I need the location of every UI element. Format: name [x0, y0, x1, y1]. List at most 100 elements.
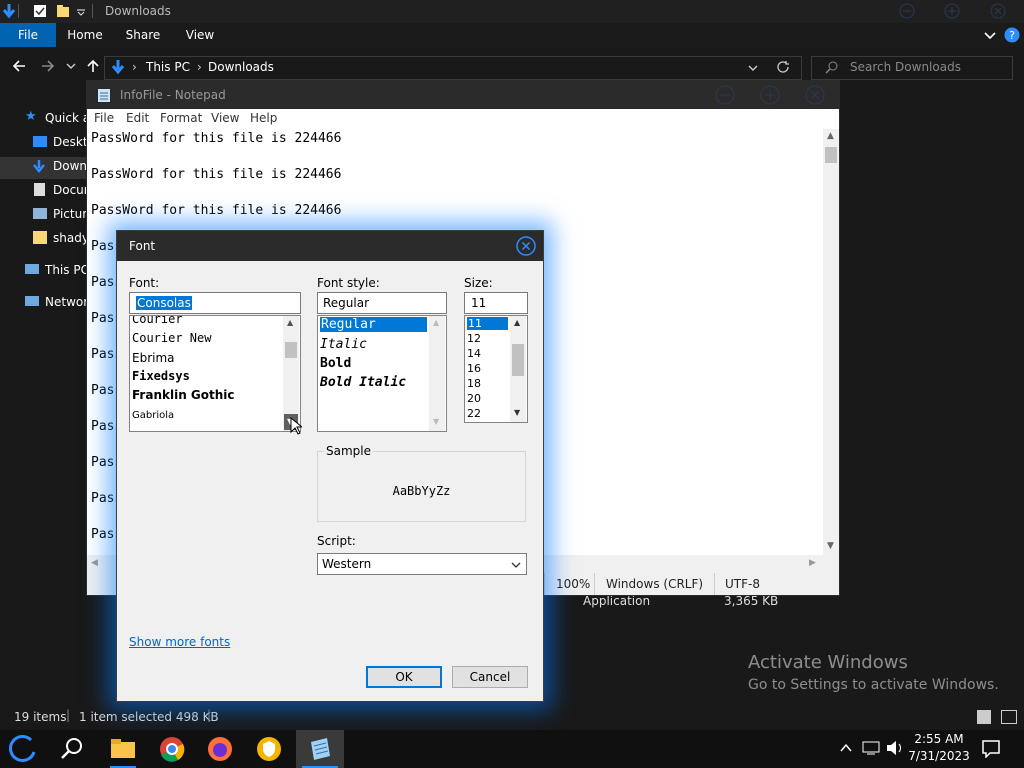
minimize-icon[interactable] — [899, 3, 915, 19]
script-select[interactable]: Western — [317, 553, 527, 575]
nav-quick-access[interactable]: ★ Quick a — [0, 109, 86, 131]
scroll-thumb[interactable] — [825, 147, 837, 163]
nav-downloads[interactable]: Down — [0, 157, 86, 179]
breadcrumb-downloads[interactable]: Downloads — [208, 60, 274, 74]
up-arrow-icon[interactable] — [86, 59, 100, 73]
size-list-item[interactable]: 12 — [467, 332, 481, 345]
file-explorer-taskbar-icon[interactable] — [110, 738, 136, 760]
network-icon[interactable] — [862, 740, 880, 756]
font-list-item[interactable]: Ebrima — [132, 351, 175, 365]
file-type: Application — [583, 594, 651, 608]
scroll-left-icon[interactable]: ◀ — [91, 558, 98, 568]
nav-pictures[interactable]: Pictur — [0, 205, 86, 227]
forward-arrow-icon[interactable] — [41, 59, 55, 73]
font-list-item[interactable]: Fixedsys — [132, 369, 190, 383]
close-icon[interactable] — [990, 3, 1006, 19]
menu-format[interactable]: Format — [160, 111, 202, 125]
font-list-item[interactable]: Franklin Gothic — [132, 388, 235, 402]
firefox-icon[interactable] — [207, 736, 233, 762]
size-list-item[interactable]: 14 — [467, 347, 481, 360]
clock-time[interactable]: 2:55 AM — [910, 732, 968, 746]
scroll-up-icon[interactable]: ▲ — [827, 131, 834, 141]
refresh-icon[interactable] — [777, 61, 790, 74]
nav-folder-shady[interactable]: shady — [0, 229, 86, 251]
minimize-icon[interactable] — [715, 85, 735, 105]
search-box[interactable]: Search Downloads — [811, 56, 1013, 80]
tab-share[interactable]: Share — [120, 23, 166, 47]
scroll-up-icon[interactable]: ▲ — [433, 318, 439, 327]
new-folder-icon[interactable] — [56, 4, 70, 18]
size-list-item[interactable]: 16 — [467, 362, 481, 375]
nav-desktop[interactable]: Deskto — [0, 133, 86, 155]
font-list-item[interactable]: Courier New — [132, 331, 211, 345]
size-list-item[interactable]: 20 — [467, 392, 481, 405]
address-bar[interactable]: › This PC › Downloads — [104, 56, 802, 80]
scroll-down-icon[interactable]: ▼ — [433, 417, 439, 426]
details-view-icon[interactable] — [977, 710, 991, 724]
scroll-down-icon[interactable]: ▼ — [514, 408, 520, 417]
font-list-scrollbar[interactable]: ▲ ▼ — [283, 316, 299, 431]
font-size-input[interactable]: 11 — [464, 292, 528, 314]
scroll-right-icon[interactable]: ▶ — [809, 558, 816, 568]
menu-view[interactable]: View — [211, 111, 239, 125]
nav-network[interactable]: Networ — [0, 293, 86, 315]
scroll-up-icon[interactable]: ▲ — [287, 318, 293, 327]
font-list[interactable]: Courier Courier New Ebrima Fixedsys Fran… — [129, 315, 301, 432]
size-list-scrollbar[interactable]: ▲ ▼ — [510, 316, 526, 422]
notepad-taskbar-button[interactable] — [296, 730, 344, 768]
style-list-item[interactable]: Bold — [320, 356, 351, 371]
close-icon[interactable] — [516, 236, 536, 256]
menu-file[interactable]: File — [94, 111, 114, 125]
nav-this-pc[interactable]: This PC — [0, 261, 86, 283]
breadcrumb-this-pc[interactable]: This PC — [146, 60, 190, 74]
properties-icon[interactable] — [33, 4, 47, 18]
style-list-item[interactable]: Italic — [320, 337, 367, 352]
font-size-list[interactable]: 11 12 14 16 18 20 22 ▲ ▼ — [464, 315, 528, 423]
recent-locations-icon[interactable] — [66, 62, 76, 70]
menu-edit[interactable]: Edit — [126, 111, 149, 125]
show-more-fonts-link[interactable]: Show more fonts — [129, 635, 230, 649]
scroll-thumb[interactable] — [512, 344, 524, 376]
font-list-item[interactable]: Gabriola — [132, 410, 174, 421]
back-arrow-icon[interactable] — [12, 59, 26, 73]
size-list-item[interactable]: 22 — [467, 407, 481, 420]
tab-home[interactable]: Home — [60, 23, 110, 47]
style-list-item-selected[interactable]: Regular — [320, 317, 427, 332]
chrome-icon[interactable] — [159, 736, 185, 762]
maximize-icon[interactable] — [944, 3, 960, 19]
scroll-up-icon[interactable]: ▲ — [514, 318, 520, 327]
tab-view[interactable]: View — [178, 23, 222, 47]
address-history-icon[interactable] — [748, 64, 758, 72]
scroll-thumb[interactable] — [285, 342, 297, 358]
help-icon[interactable]: ? — [1004, 27, 1020, 43]
size-list-item[interactable]: 18 — [467, 377, 481, 390]
close-icon[interactable] — [805, 85, 825, 105]
nav-documents[interactable]: Docur — [0, 181, 86, 203]
notification-center-icon[interactable] — [982, 740, 1000, 758]
menu-help[interactable]: Help — [250, 111, 277, 125]
font-style-input[interactable]: Regular — [317, 292, 447, 314]
volume-icon[interactable] — [886, 740, 904, 756]
font-list-item[interactable]: Courier — [132, 316, 183, 326]
large-icons-view-icon[interactable] — [1001, 710, 1017, 724]
style-list-scrollbar[interactable]: ▲ ▼ — [429, 316, 445, 431]
status-divider — [544, 573, 545, 595]
tab-file[interactable]: File — [0, 23, 56, 47]
notepad-vertical-scrollbar[interactable]: ▲ ▼ — [823, 129, 839, 555]
maximize-icon[interactable] — [760, 85, 780, 105]
show-hidden-icons-chevron-icon[interactable] — [840, 742, 852, 754]
cancel-button[interactable]: Cancel — [452, 666, 528, 688]
font-name-input[interactable]: Consolas — [129, 292, 301, 314]
clock-date[interactable]: 7/31/2023 — [906, 749, 972, 763]
size-list-item-selected[interactable]: 11 — [467, 317, 508, 330]
start-button-icon[interactable] — [9, 735, 39, 763]
ribbon-expand-icon[interactable] — [984, 29, 996, 41]
download-arrow-icon — [111, 60, 125, 75]
font-style-list[interactable]: Regular Italic Bold Bold Italic ▲ ▼ — [317, 315, 447, 432]
ok-button[interactable]: OK — [366, 666, 442, 688]
scroll-down-icon[interactable]: ▼ — [827, 541, 834, 551]
chevron-down-icon[interactable] — [76, 7, 86, 17]
vpn-shield-icon[interactable] — [256, 736, 282, 762]
search-icon[interactable] — [60, 737, 84, 761]
style-list-item[interactable]: Bold Italic — [320, 375, 406, 390]
